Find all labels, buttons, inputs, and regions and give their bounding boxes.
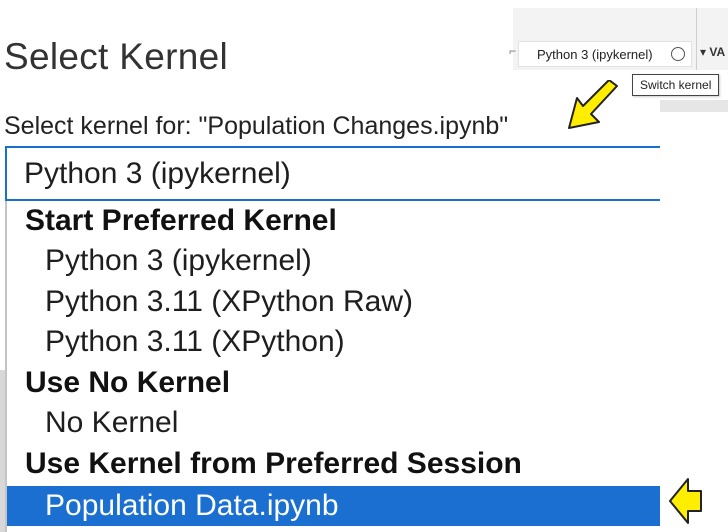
dialog-title: Select Kernel bbox=[4, 36, 228, 77]
kernel-picker-button[interactable]: Python 3 (ipykernel) bbox=[518, 41, 692, 67]
chevron-down-icon: ▾ bbox=[700, 45, 707, 59]
kernel-option-population-data[interactable]: Population Data.ipynb bbox=[7, 486, 660, 526]
kernel-option-no-kernel[interactable]: No Kernel bbox=[7, 403, 660, 443]
annotation-arrow-icon bbox=[568, 80, 618, 129]
group-header-preferred-session: Use Kernel from Preferred Session bbox=[25, 447, 522, 480]
background-edge bbox=[0, 370, 5, 532]
kernel-dropdown-list: Start Preferred Kernel Python 3 (ipykern… bbox=[5, 201, 660, 532]
toolbar-partial-label[interactable]: ▾ VA bbox=[700, 45, 725, 59]
selection-arrow-icon bbox=[669, 478, 702, 524]
kernel-option-xpython-raw[interactable]: Python 3.11 (XPython Raw) bbox=[7, 282, 660, 322]
kernel-select-input[interactable]: Python 3 (ipykernel) bbox=[5, 146, 660, 201]
dialog-subtitle: Select kernel for: "Population Changes.i… bbox=[4, 112, 509, 140]
background-panel bbox=[660, 100, 728, 112]
toolbar-partial-text: VA bbox=[709, 45, 726, 59]
kernel-option-python3-ipykernel[interactable]: Python 3 (ipykernel) bbox=[7, 241, 660, 281]
kernel-picker-label: Python 3 (ipykernel) bbox=[537, 46, 653, 62]
kernel-option-xpython[interactable]: Python 3.11 (XPython) bbox=[7, 322, 660, 362]
switch-kernel-tooltip: Switch kernel bbox=[632, 74, 720, 96]
kernel-select-value: Python 3 (ipykernel) bbox=[24, 156, 291, 190]
group-header-no-kernel: Use No Kernel bbox=[25, 366, 231, 399]
kernel-status-circle-icon bbox=[671, 47, 685, 61]
toolbar-divider bbox=[696, 8, 697, 70]
group-header-start-preferred: Start Preferred Kernel bbox=[25, 204, 337, 237]
